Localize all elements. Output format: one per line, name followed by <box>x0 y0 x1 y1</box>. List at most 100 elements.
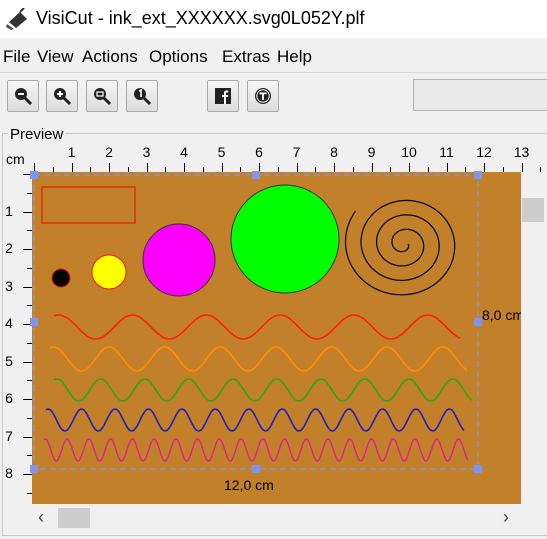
thingiverse-button[interactable] <box>247 80 279 112</box>
zoom-in-button[interactable] <box>46 80 78 112</box>
ruler-tick <box>296 163 298 172</box>
spiral-shape[interactable] <box>344 199 456 296</box>
selection-handle[interactable] <box>30 318 38 326</box>
toolbar-field[interactable] <box>413 79 547 111</box>
horizontal-scrollbar[interactable] <box>32 504 521 532</box>
selection-handle[interactable] <box>474 171 482 179</box>
ruler-tick <box>71 163 73 172</box>
top-ruler-label: 2 <box>105 144 113 160</box>
ruler-tick <box>221 163 223 172</box>
left-ruler-label: 8 <box>5 465 13 481</box>
left-ruler-label: 2 <box>5 240 13 256</box>
left-ruler-label: 7 <box>5 427 13 444</box>
left-ruler-label: 1 <box>5 202 13 219</box>
width-dimension-label: 12,0 cm <box>224 477 274 493</box>
top-ruler: 1 2 3 4 5 6 7 8 9 10 11 12 13 <box>32 144 547 172</box>
horizontal-scroll-thumb[interactable] <box>58 508 90 528</box>
rectangle-outline[interactable] <box>41 186 136 224</box>
blue-wave[interactable] <box>45 408 465 432</box>
yellow-dot[interactable] <box>91 254 127 290</box>
left-ruler-label: 5 <box>5 352 13 369</box>
ruler-tick <box>184 163 185 172</box>
preview-drawing <box>30 171 482 473</box>
ruler-unit-label: cm <box>6 151 25 167</box>
menu-options[interactable]: Options <box>149 47 208 67</box>
ruler-tick <box>146 163 148 172</box>
zoom-fit-icon <box>94 88 112 106</box>
red-wave[interactable] <box>53 314 461 340</box>
scroll-left-icon[interactable]: ‹ <box>38 508 44 526</box>
top-ruler-label: 10 <box>401 144 417 160</box>
ruler-tick <box>259 163 260 172</box>
ruler-tick <box>484 163 485 172</box>
ruler-tick <box>23 249 32 250</box>
top-ruler-label: 12 <box>476 144 492 160</box>
top-ruler-label: 13 <box>513 144 530 160</box>
selection-handle[interactable] <box>252 171 260 179</box>
facebook-icon <box>215 88 231 104</box>
magenta-circle[interactable] <box>142 223 216 297</box>
zoom-100-button[interactable] <box>126 80 158 112</box>
selection-handle[interactable] <box>30 465 38 473</box>
left-ruler-label: 4 <box>5 315 13 331</box>
left-ruler: 1 2 3 4 5 6 7 8 <box>0 172 32 504</box>
zoom-out-icon <box>15 88 33 106</box>
zoom-actual-icon <box>134 88 152 106</box>
height-dimension-label: 8,0 cm <box>482 307 525 323</box>
ruler-tick <box>371 163 373 172</box>
menu-file[interactable]: File <box>3 47 30 67</box>
file-name: ink_ext_XXXXXX.svg0L052Y.plf <box>108 8 365 28</box>
ruler-tick <box>23 474 32 475</box>
app-name: VisiCut <box>36 8 93 28</box>
ruler-tick <box>23 436 32 438</box>
zoom-in-icon <box>54 88 72 106</box>
selection-handle[interactable] <box>252 465 260 473</box>
menu-extras[interactable]: Extras <box>222 47 270 67</box>
selection-handle[interactable] <box>474 318 482 326</box>
window-title: VisiCut - ink_ext_XXXXXX.svg0L052Y.plf <box>36 8 365 29</box>
title-bar: VisiCut - ink_ext_XXXXXX.svg0L052Y.plf <box>0 0 547 38</box>
vertical-scroll-thumb[interactable] <box>522 198 544 222</box>
top-ruler-label: 1 <box>67 144 76 160</box>
ruler-tick <box>23 211 32 213</box>
top-ruler-label: 3 <box>142 144 151 160</box>
left-ruler-label: 3 <box>5 277 13 294</box>
ruler-tick <box>34 163 35 172</box>
ruler-tick <box>521 163 523 172</box>
green-wave[interactable] <box>53 378 473 402</box>
black-dot[interactable] <box>51 268 71 288</box>
scroll-right-icon[interactable]: › <box>503 508 509 526</box>
top-ruler-label: 11 <box>439 144 454 160</box>
visicut-logo-icon <box>6 8 27 30</box>
selection-handle[interactable] <box>30 171 38 179</box>
laser-bed-canvas[interactable]: 12,0 cm 8,0 cm <box>30 171 525 504</box>
ruler-tick <box>23 361 32 363</box>
top-ruler-label: 7 <box>292 144 301 160</box>
ruler-tick <box>109 163 110 172</box>
ruler-tick <box>23 286 32 288</box>
ruler-tick <box>334 163 335 172</box>
ruler-tick <box>23 399 32 400</box>
title-separator: - <box>92 8 109 28</box>
ruler-tick <box>446 163 448 172</box>
top-ruler-label: 9 <box>367 144 376 160</box>
menu-help[interactable]: Help <box>277 47 312 67</box>
top-ruler-label: 4 <box>180 144 188 160</box>
selection-handle[interactable] <box>474 465 482 473</box>
menu-bar: File View Actions Options Extras Help <box>0 44 547 70</box>
ruler-tick <box>409 163 410 172</box>
facebook-button[interactable] <box>207 80 239 112</box>
menu-view[interactable]: View <box>37 47 74 67</box>
green-circle[interactable] <box>230 184 340 294</box>
preview-title: Preview <box>8 126 66 143</box>
top-ruler-label: 6 <box>255 144 263 160</box>
left-ruler-label: 6 <box>5 390 13 406</box>
zoom-fit-button[interactable] <box>86 80 118 112</box>
top-ruler-label: 5 <box>217 144 226 160</box>
thingiverse-icon <box>255 88 271 104</box>
zoom-out-button[interactable] <box>7 80 39 112</box>
top-ruler-label: 8 <box>330 144 338 160</box>
menu-actions[interactable]: Actions <box>82 47 138 67</box>
pink-wave[interactable] <box>43 438 469 462</box>
orange-wave[interactable] <box>49 346 468 372</box>
